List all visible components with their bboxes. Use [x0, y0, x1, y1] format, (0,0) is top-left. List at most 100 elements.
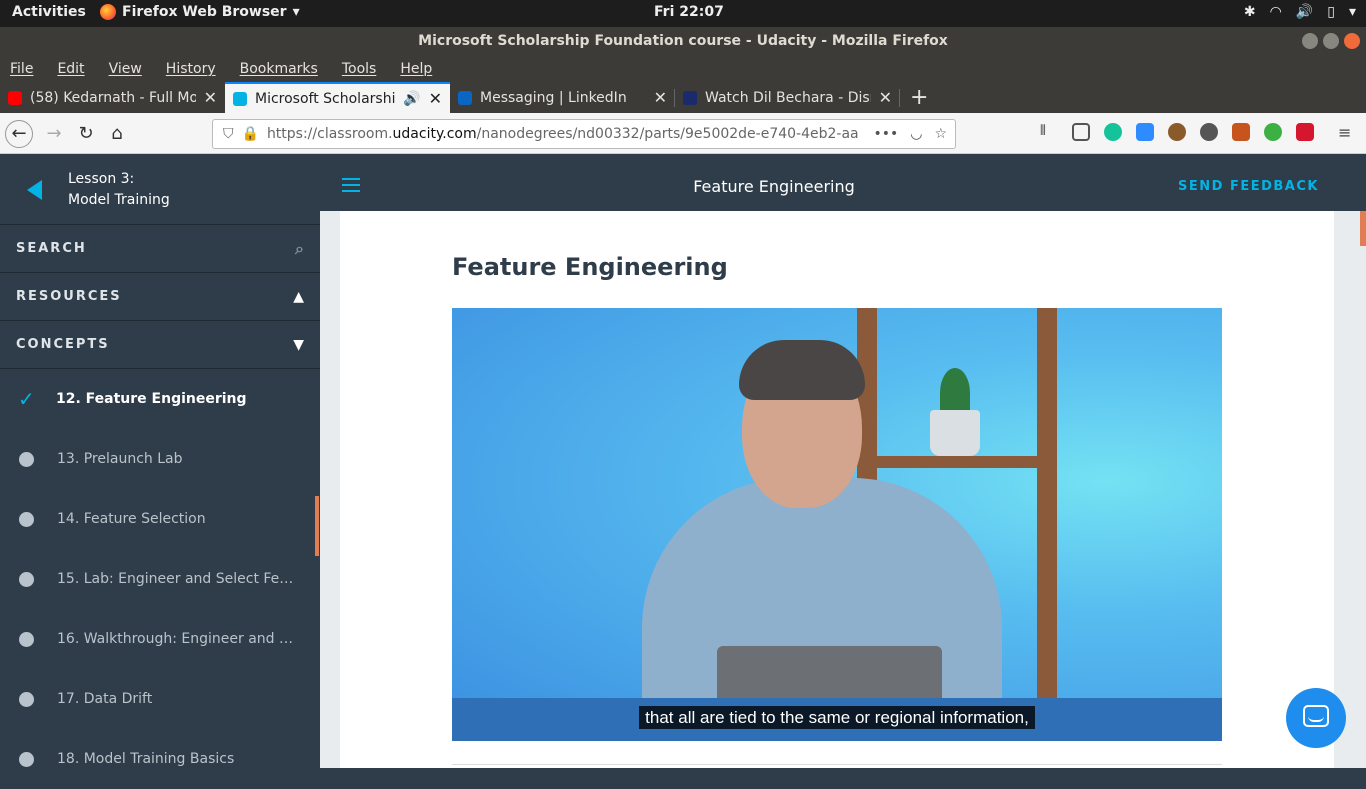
back-button[interactable]: ← [5, 120, 33, 148]
clock[interactable]: Fri 22:07 [654, 4, 724, 20]
activities-button[interactable]: Activities [12, 4, 86, 20]
menu-help[interactable]: Help [400, 61, 432, 77]
plant-pot-image [930, 410, 980, 456]
url-host: udacity.com [392, 126, 477, 142]
incomplete-dot-icon [19, 451, 34, 467]
hamburger-menu-icon[interactable]: ≡ [1338, 123, 1356, 142]
tab-kedarnath[interactable]: (58) Kedarnath - Full Mov ✕ [0, 82, 225, 113]
video-player[interactable]: that all are tied to the same or regiona… [452, 308, 1222, 741]
system-tray[interactable]: ✱ ◠ 🔊 ▯ ▾ [1244, 4, 1356, 20]
window-title-bar: Microsoft Scholarship Foundation course … [0, 27, 1366, 55]
tab-linkedin[interactable]: Messaging | LinkedIn ✕ [450, 82, 675, 113]
system-top-bar: Activities Firefox Web Browser ▾ Fri 22:… [0, 0, 1366, 27]
reload-button[interactable]: ↻ [72, 120, 100, 148]
home-button[interactable]: ⌂ [103, 120, 131, 148]
video-caption: that all are tied to the same or regiona… [452, 706, 1222, 729]
menu-tools[interactable]: Tools [342, 61, 377, 77]
shelf-board [857, 456, 1057, 468]
tab-separator [899, 89, 900, 107]
udacity-icon [233, 91, 247, 106]
ublock-icon[interactable] [1232, 123, 1250, 141]
chevron-up-icon[interactable]: ▲ [293, 289, 304, 305]
maximize-button[interactable] [1323, 33, 1339, 49]
library-icon[interactable]: ⫴ [1040, 123, 1058, 141]
menu-bar: File Edit View History Bookmarks Tools H… [0, 55, 1366, 82]
close-window-button[interactable] [1344, 33, 1360, 49]
lock-icon[interactable]: 🔒 [242, 126, 259, 142]
concept-label: 12. Feature Engineering [56, 391, 247, 407]
concept-item-model-training-basics[interactable]: 18. Model Training Basics [0, 729, 320, 789]
tracking-shield-icon[interactable]: ⛉ [223, 126, 234, 142]
pocket-icon[interactable]: ◡ [910, 126, 922, 142]
search-label: SEARCH [16, 241, 87, 256]
send-feedback-link[interactable]: SEND FEEDBACK [1178, 179, 1319, 194]
tab-strip: (58) Kedarnath - Full Mov ✕ Microsoft Sc… [0, 82, 1366, 113]
close-tab-icon[interactable]: ✕ [879, 88, 892, 107]
concepts-row[interactable]: CONCEPTS ▼ [0, 321, 320, 369]
battery-icon[interactable]: ▯ [1327, 4, 1335, 20]
forward-button[interactable]: → [40, 120, 68, 148]
concept-item-feature-selection[interactable]: 14. Feature Selection [0, 489, 320, 549]
close-tab-icon[interactable]: ✕ [429, 89, 442, 108]
sidebar-toggle-icon[interactable] [1072, 123, 1090, 141]
page-scrollbar[interactable] [1360, 211, 1366, 246]
page-actions-icon[interactable]: ••• [873, 126, 898, 142]
hotstar-icon [683, 90, 697, 105]
tab-dil-bechara[interactable]: Watch Dil Bechara - Disn ✕ [675, 82, 900, 113]
url-actions: ••• ◡ ☆ [873, 126, 955, 142]
shelf-frame [1037, 308, 1057, 741]
sidebar-scroll-marker[interactable] [315, 496, 319, 556]
chat-support-button[interactable] [1286, 688, 1346, 748]
menu-history[interactable]: History [166, 61, 216, 77]
search-icon[interactable]: ⌕ [295, 239, 304, 259]
menu-bookmarks[interactable]: Bookmarks [240, 61, 318, 77]
app-menu[interactable]: Firefox Web Browser ▾ [100, 4, 300, 20]
cookie-icon[interactable] [1168, 123, 1186, 141]
extension-green-icon[interactable] [1264, 123, 1282, 141]
menu-file[interactable]: File [10, 61, 33, 77]
lesson-sidebar: Lesson 3: Model Training SEARCH ⌕ RESOUR… [0, 154, 320, 768]
minimize-button[interactable] [1302, 33, 1318, 49]
tab-title: (58) Kedarnath - Full Mov [30, 89, 196, 106]
volume-icon[interactable]: 🔊 [1296, 4, 1313, 20]
url-text[interactable]: https://classroom.udacity.com/nanodegree… [267, 126, 866, 142]
menu-view[interactable]: View [109, 61, 142, 77]
lesson-header[interactable]: Lesson 3: Model Training [0, 154, 320, 225]
lesson-title: Model Training [68, 192, 170, 208]
account-icon[interactable] [1200, 123, 1218, 141]
app-menu-label: Firefox Web Browser [122, 4, 287, 20]
menu-edit[interactable]: Edit [57, 61, 84, 77]
concept-item-prelaunch-lab[interactable]: 13. Prelaunch Lab [0, 429, 320, 489]
close-tab-icon[interactable]: ✕ [654, 88, 667, 107]
incomplete-dot-icon [19, 631, 34, 647]
zoom-icon[interactable] [1136, 123, 1154, 141]
close-tab-icon[interactable]: ✕ [204, 88, 217, 107]
concept-item-feature-engineering[interactable]: ✓ 12. Feature Engineering [0, 369, 320, 429]
concept-heading: Feature Engineering [452, 253, 728, 281]
resources-row[interactable]: RESOURCES ▲ [0, 273, 320, 321]
slack-icon[interactable]: ✱ [1244, 4, 1256, 20]
search-row[interactable]: SEARCH ⌕ [0, 225, 320, 273]
caption-text: that all are tied to the same or regiona… [639, 706, 1035, 729]
content-header: Feature Engineering SEND FEEDBACK [320, 154, 1366, 211]
grammarly-icon[interactable] [1104, 123, 1122, 141]
incomplete-dot-icon [19, 691, 34, 707]
back-arrow-icon[interactable] [27, 180, 42, 200]
wifi-icon[interactable]: ◠ [1270, 4, 1282, 20]
tab-microsoft-scholarship[interactable]: Microsoft Scholarship 🔊 ✕ [225, 82, 450, 113]
firefox-icon [100, 4, 116, 20]
extension-red-icon[interactable] [1296, 123, 1314, 141]
speaker-icon[interactable]: 🔊 [403, 91, 420, 107]
url-bar[interactable]: ⛉ 🔒 https://classroom.udacity.com/nanode… [212, 119, 956, 149]
concept-item-walkthrough[interactable]: 16. Walkthrough: Engineer and Sel... [0, 609, 320, 669]
chevron-down-icon[interactable]: ▾ [1349, 4, 1356, 20]
chevron-down-icon[interactable]: ▼ [293, 337, 304, 353]
bookmark-star-icon[interactable]: ☆ [934, 126, 947, 142]
concepts-label: CONCEPTS [16, 337, 110, 352]
incomplete-dot-icon [19, 571, 34, 587]
concept-label: 15. Lab: Engineer and Select Featu... [57, 571, 297, 587]
url-prefix: https://classroom. [266, 126, 393, 142]
new-tab-button[interactable]: + [900, 82, 928, 113]
concept-item-lab-engineer-select[interactable]: 15. Lab: Engineer and Select Featu... [0, 549, 320, 609]
concept-item-data-drift[interactable]: 17. Data Drift [0, 669, 320, 729]
